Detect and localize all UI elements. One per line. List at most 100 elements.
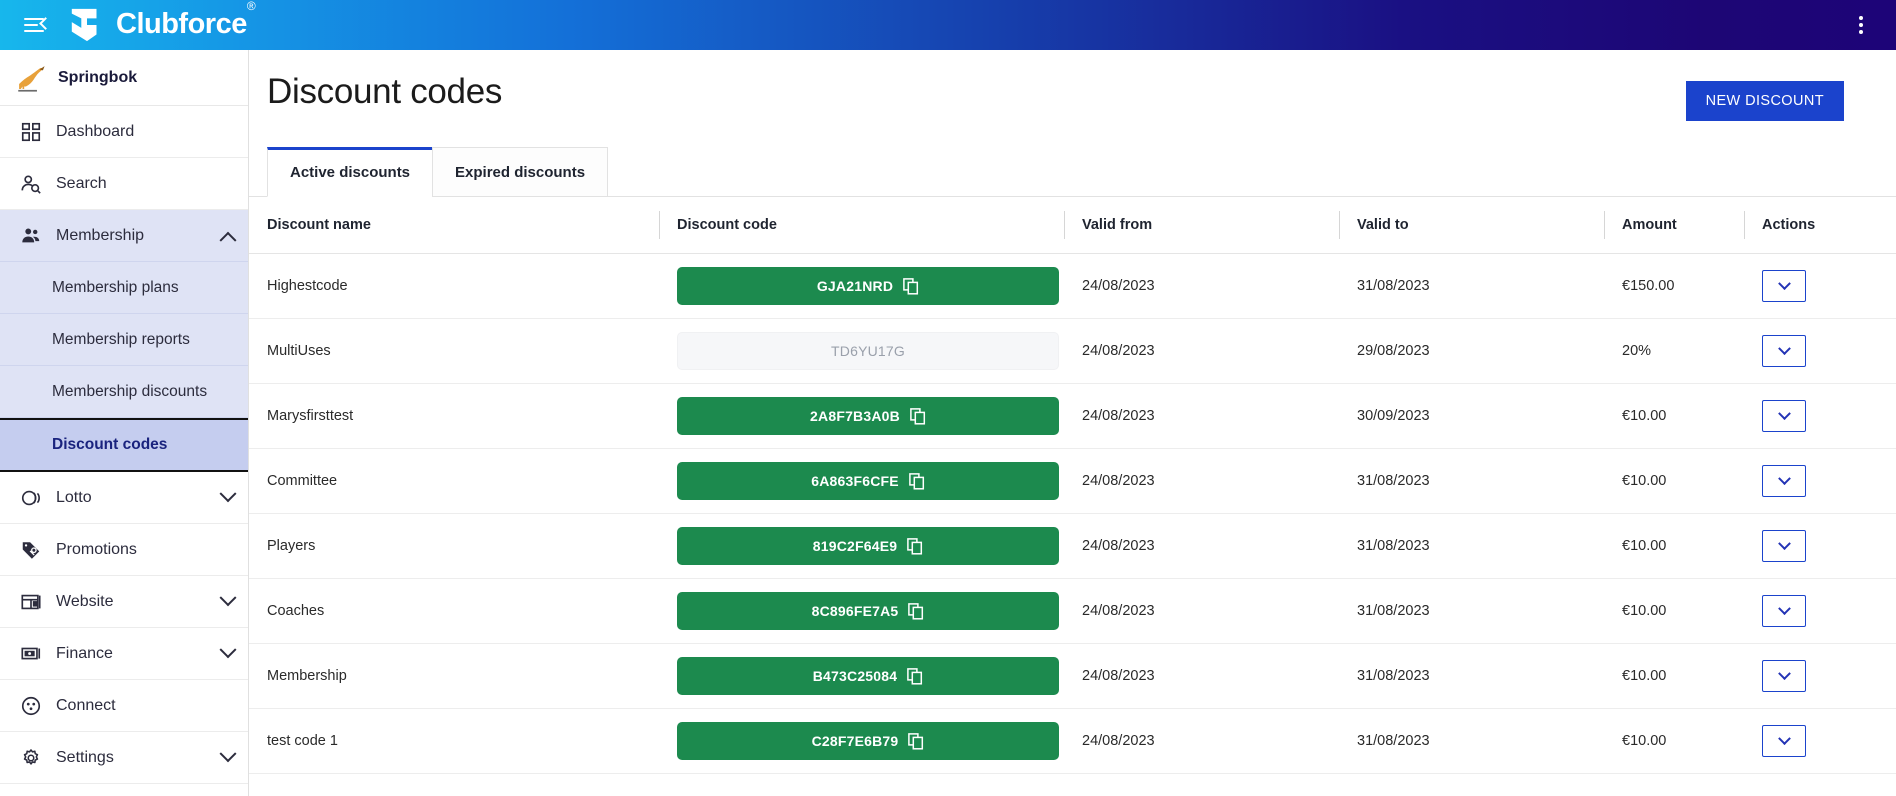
cell-valid-from: 24/08/2023 xyxy=(1064,254,1339,319)
trademark-symbol: ® xyxy=(247,0,255,13)
copy-code-chip[interactable]: C28F7E6B79 xyxy=(677,722,1059,760)
main-content: Discount codes NEW DISCOUNT Active disco… xyxy=(249,50,1896,796)
copy-icon xyxy=(907,668,923,685)
code-text: 8C896FE7A5 xyxy=(812,603,899,619)
brand-word: Clubforce xyxy=(116,8,247,40)
cell-amount: €10.00 xyxy=(1604,384,1744,449)
copy-code-chip[interactable]: 8C896FE7A5 xyxy=(677,592,1059,630)
chevron-down-icon xyxy=(220,641,237,658)
cell-valid-to: 31/08/2023 xyxy=(1339,514,1604,579)
cell-valid-from: 24/08/2023 xyxy=(1064,319,1339,384)
cell-discount-name: Committee xyxy=(249,449,659,514)
copy-icon xyxy=(910,408,926,425)
sidebar-item-settings[interactable]: Settings xyxy=(0,732,248,784)
cell-actions xyxy=(1744,384,1896,449)
cell-discount-name: Membership xyxy=(249,644,659,709)
column-header-discount-code: Discount code xyxy=(659,197,1064,254)
table-row: Players 819C2F64E9 24/08/2023 31/08/2023… xyxy=(249,514,1896,579)
row-actions-dropdown-button[interactable] xyxy=(1762,530,1806,562)
brand-name: Clubforce® xyxy=(116,8,255,41)
sidebar-item-lotto[interactable]: Lotto xyxy=(0,472,248,524)
tab-bar: Active discounts Expired discounts xyxy=(267,147,1896,197)
row-actions-dropdown-button[interactable] xyxy=(1762,725,1806,757)
sidebar-subitem-membership-reports[interactable]: Membership reports xyxy=(0,314,248,366)
code-text: TD6YU17G xyxy=(831,343,905,359)
cell-actions xyxy=(1744,514,1896,579)
cell-amount: €150.00 xyxy=(1604,254,1744,319)
tab-active-discounts[interactable]: Active discounts xyxy=(267,147,433,197)
cell-valid-to: 31/08/2023 xyxy=(1339,254,1604,319)
cell-amount: €10.00 xyxy=(1604,709,1744,774)
new-discount-button[interactable]: NEW DISCOUNT xyxy=(1686,81,1844,121)
sidebar-item-dashboard[interactable]: Dashboard xyxy=(0,106,248,158)
cell-actions xyxy=(1744,579,1896,644)
cell-amount: 20% xyxy=(1604,319,1744,384)
row-actions-dropdown-button[interactable] xyxy=(1762,400,1806,432)
copy-code-chip[interactable]: B473C25084 xyxy=(677,657,1059,695)
row-actions-dropdown-button[interactable] xyxy=(1762,660,1806,692)
brand-logo[interactable]: Clubforce® xyxy=(68,6,255,44)
cell-valid-from: 24/08/2023 xyxy=(1064,449,1339,514)
column-header-amount: Amount xyxy=(1604,197,1744,254)
lotto-ball-icon xyxy=(20,487,42,509)
row-actions-dropdown-button[interactable] xyxy=(1762,465,1806,497)
clubforce-mark-icon xyxy=(68,6,106,44)
cell-valid-from: 24/08/2023 xyxy=(1064,644,1339,709)
kebab-menu-icon[interactable] xyxy=(1850,14,1872,36)
club-header[interactable]: Springbok xyxy=(0,50,248,106)
copy-code-chip[interactable]: 819C2F64E9 xyxy=(677,527,1059,565)
chevron-up-icon xyxy=(220,231,237,248)
sidebar-subitem-label: Membership reports xyxy=(52,331,190,349)
tab-label: Expired discounts xyxy=(455,164,585,181)
chevron-down-icon xyxy=(220,745,237,762)
row-actions-dropdown-button[interactable] xyxy=(1762,270,1806,302)
sidebar-subitem-membership-plans[interactable]: Membership plans xyxy=(0,262,248,314)
cell-valid-to: 29/08/2023 xyxy=(1339,319,1604,384)
copy-icon xyxy=(907,538,923,555)
cell-actions xyxy=(1744,644,1896,709)
cell-discount-name: Coaches xyxy=(249,579,659,644)
cell-valid-to: 31/08/2023 xyxy=(1339,709,1604,774)
sidebar-item-promotions[interactable]: Promotions xyxy=(0,524,248,576)
layout-icon xyxy=(20,591,42,613)
sidebar-item-connect[interactable]: Connect xyxy=(0,680,248,732)
sidebar-item-finance[interactable]: Finance xyxy=(0,628,248,680)
page-header: Discount codes NEW DISCOUNT xyxy=(249,50,1896,121)
table-body: Highestcode GJA21NRD 24/08/2023 31/08/20… xyxy=(249,254,1896,774)
cell-discount-code: B473C25084 xyxy=(659,644,1064,709)
discount-codes-table: Discount name Discount code Valid from V… xyxy=(249,197,1896,774)
table-row: MultiUses TD6YU17G 24/08/2023 29/08/2023… xyxy=(249,319,1896,384)
sidebar-item-membership[interactable]: Membership xyxy=(0,210,248,262)
sidebar-item-search[interactable]: Search xyxy=(0,158,248,210)
copy-code-chip[interactable]: GJA21NRD xyxy=(677,267,1059,305)
tag-icon xyxy=(20,539,42,561)
row-actions-dropdown-button[interactable] xyxy=(1762,335,1806,367)
sidebar-item-label: Settings xyxy=(56,749,208,767)
table-row: Marysfirsttest 2A8F7B3A0B 24/08/2023 30/… xyxy=(249,384,1896,449)
copy-code-chip-disabled: TD6YU17G xyxy=(677,332,1059,370)
copy-code-chip[interactable]: 2A8F7B3A0B xyxy=(677,397,1059,435)
sidebar-item-label: Dashboard xyxy=(56,123,234,141)
sidebar-subitem-discount-codes[interactable]: Discount codes xyxy=(0,418,248,472)
sidebar-subitem-membership-discounts[interactable]: Membership discounts xyxy=(0,366,248,418)
row-actions-dropdown-button[interactable] xyxy=(1762,595,1806,627)
code-text: 819C2F64E9 xyxy=(813,538,898,554)
cell-discount-code: 8C896FE7A5 xyxy=(659,579,1064,644)
column-header-discount-name: Discount name xyxy=(249,197,659,254)
cell-discount-name: MultiUses xyxy=(249,319,659,384)
chevron-down-icon xyxy=(220,589,237,606)
cell-valid-from: 24/08/2023 xyxy=(1064,514,1339,579)
gear-icon xyxy=(20,747,42,769)
tab-expired-discounts[interactable]: Expired discounts xyxy=(432,147,608,197)
cell-amount: €10.00 xyxy=(1604,449,1744,514)
hamburger-collapse-icon[interactable] xyxy=(24,15,50,35)
cell-discount-name: Highestcode xyxy=(249,254,659,319)
copy-icon xyxy=(903,278,919,295)
table-row: Coaches 8C896FE7A5 24/08/2023 31/08/2023… xyxy=(249,579,1896,644)
sidebar-item-label: Promotions xyxy=(56,541,234,559)
column-header-valid-to: Valid to xyxy=(1339,197,1604,254)
sidebar-item-website[interactable]: Website xyxy=(0,576,248,628)
cell-discount-code: 819C2F64E9 xyxy=(659,514,1064,579)
cell-actions xyxy=(1744,449,1896,514)
copy-code-chip[interactable]: 6A863F6CFE xyxy=(677,462,1059,500)
